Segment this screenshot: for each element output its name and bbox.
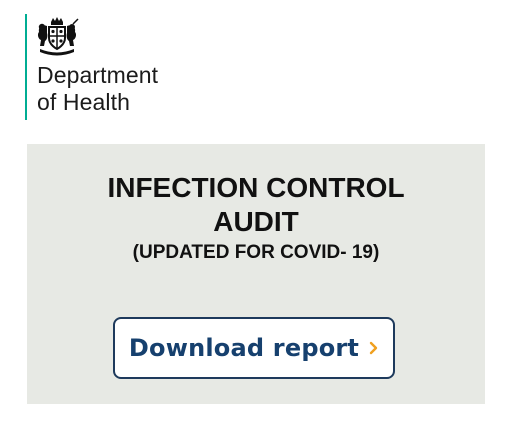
download-report-button[interactable]: Download report [113, 317, 395, 379]
report-subtitle: (UPDATED FOR COVID- 19) [132, 242, 380, 263]
chevron-right-icon [369, 341, 378, 355]
page: Department of Health INFECTION CONTROL A… [0, 0, 512, 425]
department-name: Department of Health [37, 62, 158, 116]
report-title: INFECTION CONTROL AUDIT (UPDATED FOR COV… [27, 171, 485, 265]
department-logo[interactable]: Department of Health [25, 14, 158, 120]
department-name-line1: Department [37, 62, 159, 88]
report-title-line1: INFECTION CONTROL [107, 172, 405, 203]
royal-coat-of-arms-icon [37, 17, 79, 56]
report-title-line2: AUDIT [213, 206, 299, 237]
department-name-line2: of Health [37, 89, 130, 115]
report-title-main: INFECTION CONTROL AUDIT [76, 171, 436, 239]
download-report-label: Download report [128, 334, 360, 362]
report-panel: INFECTION CONTROL AUDIT (UPDATED FOR COV… [27, 144, 485, 404]
